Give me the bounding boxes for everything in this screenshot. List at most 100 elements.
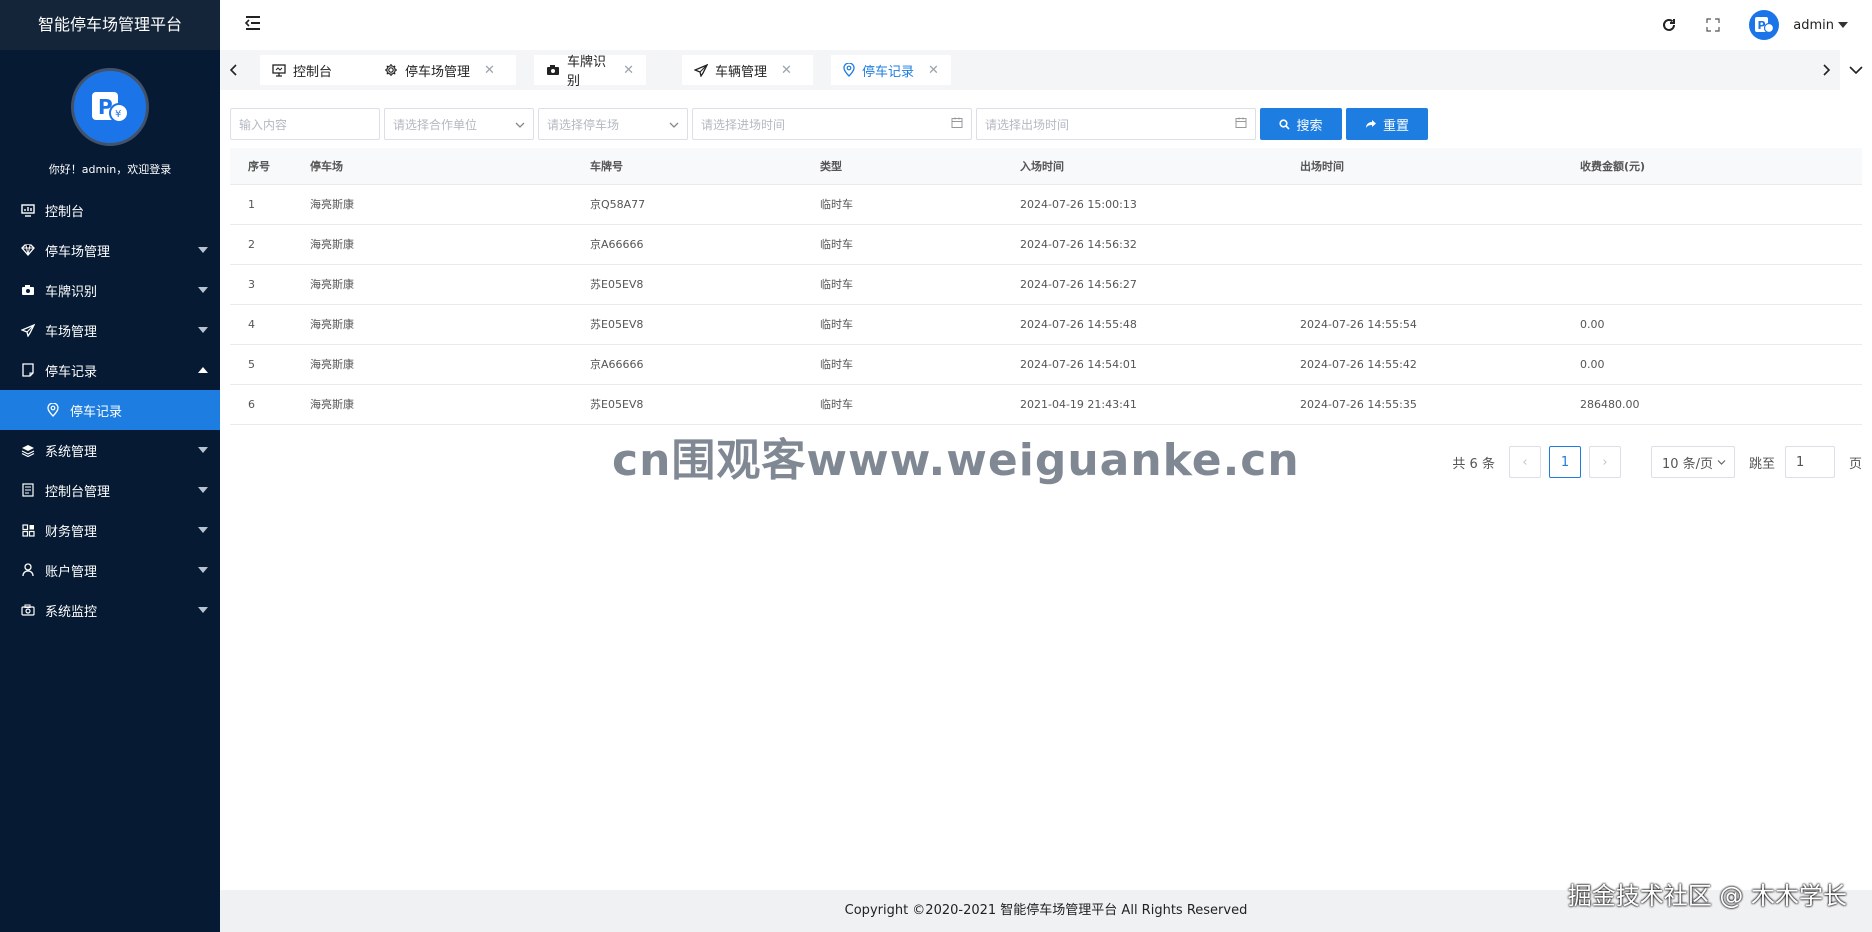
cell-fee: [1580, 184, 1862, 225]
search-button[interactable]: 搜索: [1260, 108, 1342, 140]
tab-label: 停车记录: [862, 64, 915, 80]
close-icon[interactable]: ✕: [781, 63, 792, 78]
username[interactable]: admin: [1793, 18, 1834, 33]
cell-plate: 苏E05EV8: [590, 264, 820, 305]
chevron-down-icon: [515, 117, 525, 131]
sidebar-item-label: 停车记录: [70, 404, 123, 420]
cell-plate: 京A66666: [590, 224, 820, 265]
reset-button[interactable]: 重置: [1346, 108, 1428, 140]
tab-vehicles[interactable]: 车辆管理 ✕: [682, 55, 813, 85]
sidebar-item-label: 控制台: [45, 204, 85, 220]
gear-icon: [384, 63, 398, 77]
cell-exit-time: [1300, 224, 1580, 265]
sidebar-item-lot-management[interactable]: 车场管理: [0, 310, 220, 350]
table-row[interactable]: 5 海亮斯康 京A66666 临时车 2024-07-26 14:54:01 2…: [230, 344, 1862, 385]
sidebar-item-parking-records[interactable]: 停车记录: [0, 350, 220, 390]
chevron-down-icon: [669, 117, 679, 131]
tab-label: 车牌识别: [567, 55, 607, 89]
page-number-button[interactable]: 1: [1548, 446, 1581, 478]
sidebar-subitem-parking-records[interactable]: 停车记录: [0, 390, 220, 430]
page-size-select[interactable]: 10 条/页: [1650, 446, 1735, 478]
table-row[interactable]: 3 海亮斯康 苏E05EV8 临时车 2024-07-26 14:56:27: [230, 264, 1862, 305]
table-row[interactable]: 4 海亮斯康 苏E05EV8 临时车 2024-07-26 14:55:48 2…: [230, 304, 1862, 345]
sidebar-item-dashboard[interactable]: 控制台: [0, 190, 220, 230]
tab-parking-records[interactable]: 停车记录 ✕: [831, 55, 951, 85]
fullscreen-icon[interactable]: [1691, 0, 1735, 50]
sidebar-item-label: 系统管理: [45, 444, 98, 460]
sidebar-item-monitoring[interactable]: 系统监控: [0, 590, 220, 630]
sidebar-item-label: 车牌识别: [45, 284, 98, 300]
close-icon[interactable]: ✕: [484, 63, 495, 78]
chevron-down-icon[interactable]: [1840, 50, 1872, 90]
refresh-icon[interactable]: [1647, 0, 1691, 50]
tab-dashboard[interactable]: 控制台: [260, 55, 375, 85]
tab-plate-recognition[interactable]: 车牌识别 ✕: [534, 55, 646, 89]
tab-parking-lot[interactable]: 停车场管理 ✕: [372, 55, 516, 85]
table-header-row: 序号 停车场 车牌号 类型 入场时间 出场时间 收费金额(元): [230, 148, 1862, 185]
sidebar-item-label: 停车记录: [45, 364, 98, 380]
chevron-down-icon: [198, 327, 208, 333]
watermark-text: cn围观客www.weiguanke.cn: [612, 435, 1300, 486]
cell-type: 临时车: [820, 224, 1020, 265]
next-page-button[interactable]: ›: [1588, 446, 1621, 478]
col-plate: 车牌号: [590, 148, 820, 185]
exit-placeholder: 请选择出场时间: [985, 117, 1070, 132]
cell-plate: 京A66666: [590, 344, 820, 385]
col-index: 序号: [230, 148, 310, 185]
cell-fee: [1580, 264, 1862, 305]
sidebar-item-plate-recognition[interactable]: 车牌识别: [0, 270, 220, 310]
lot-placeholder: 请选择停车场: [547, 117, 620, 132]
exit-time-picker[interactable]: 请选择出场时间: [976, 108, 1256, 140]
welcome-text: 你好！admin，欢迎登录: [48, 163, 172, 176]
cell-lot: 海亮斯康: [310, 184, 590, 225]
cell-lot: 海亮斯康: [310, 224, 590, 265]
copyright-text: Copyright ©2020-2021 智能停车场管理平台 All Right…: [844, 903, 1248, 918]
keyword-placeholder: 输入内容: [239, 117, 288, 132]
sidebar-item-label: 财务管理: [45, 524, 98, 540]
send-icon: [20, 322, 36, 338]
sidebar-item-parking-lot[interactable]: 停车场管理: [0, 230, 220, 270]
sidebar-item-system[interactable]: 系统管理: [0, 430, 220, 470]
monitor-icon: [272, 63, 286, 77]
entry-time-picker[interactable]: 请选择进场时间: [692, 108, 972, 140]
cell-fee: [1580, 224, 1862, 265]
chevron-right-icon[interactable]: [1812, 50, 1840, 90]
close-icon[interactable]: ✕: [623, 63, 634, 78]
cell-entry-time: 2024-07-26 14:56:27: [1020, 264, 1300, 305]
cell-fee: 286480.00: [1580, 384, 1862, 425]
page-size-value: 10 条/页: [1661, 456, 1714, 472]
sidebar-item-console-management[interactable]: 控制台管理: [0, 470, 220, 510]
camera-icon: [546, 64, 560, 76]
partner-select[interactable]: 请选择合作单位: [384, 108, 534, 140]
cell-index: 2: [230, 224, 310, 265]
cell-index: 5: [230, 344, 310, 385]
keyword-input[interactable]: 输入内容: [230, 108, 380, 140]
caret-down-icon[interactable]: [1838, 22, 1848, 28]
user-avatar[interactable]: P: [1749, 10, 1780, 40]
menu-fold-icon[interactable]: [244, 14, 262, 36]
pagination: 共 6 条 ‹ 1 › 10 条/页 跳至 1 页: [1452, 446, 1862, 478]
table-row[interactable]: 2 海亮斯康 京A66666 临时车 2024-07-26 14:56:32: [230, 224, 1862, 265]
table-row[interactable]: 6 海亮斯康 苏E05EV8 临时车 2021-04-19 21:43:41 2…: [230, 384, 1862, 425]
cell-exit-time: 2024-07-26 14:55:42: [1300, 344, 1580, 385]
total-count: 共 6 条: [1452, 456, 1495, 472]
cell-type: 临时车: [820, 304, 1020, 345]
chevron-left-icon[interactable]: [220, 50, 248, 90]
cell-index: 3: [230, 264, 310, 305]
table-row[interactable]: 1 海亮斯康 京Q58A77 临时车 2024-07-26 15:00:13: [230, 184, 1862, 225]
diamond-icon: [20, 242, 36, 258]
cell-entry-time: 2024-07-26 14:56:32: [1020, 224, 1300, 265]
sidebar-item-account[interactable]: 账户管理: [0, 550, 220, 590]
sidebar-item-finance[interactable]: 财务管理: [0, 510, 220, 550]
corner-watermark: 掘金技术社区 @ 木木学长: [1567, 882, 1847, 910]
jump-page-input[interactable]: 1: [1784, 446, 1835, 478]
parking-lot-select[interactable]: 请选择停车场: [538, 108, 688, 140]
document-icon: [20, 482, 36, 498]
col-exit-time: 出场时间: [1300, 148, 1580, 185]
grid-icon: [20, 522, 36, 538]
cell-index: 4: [230, 304, 310, 345]
chevron-down-icon: [198, 607, 208, 613]
layers-icon: [20, 442, 36, 458]
close-icon[interactable]: ✕: [928, 63, 939, 78]
prev-page-button[interactable]: ‹: [1508, 446, 1541, 478]
